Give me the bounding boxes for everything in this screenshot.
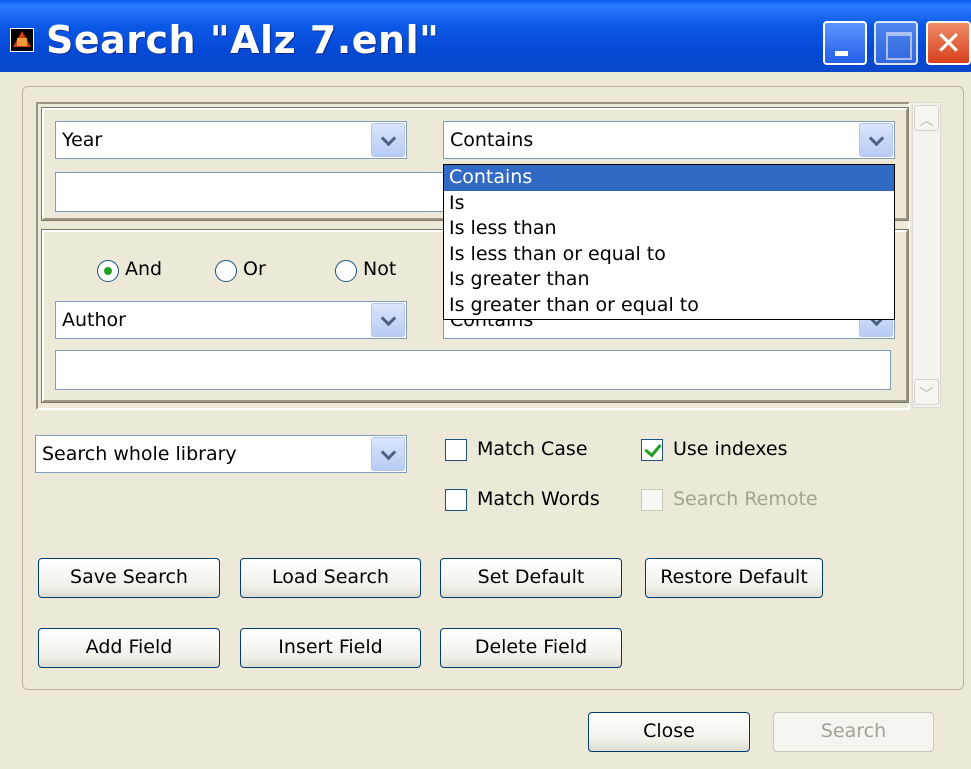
close-icon: ✕ xyxy=(935,24,962,62)
radio-and-label: And xyxy=(125,258,163,280)
search-remote-box xyxy=(641,489,663,511)
load-search-button[interactable]: Load Search xyxy=(240,558,421,598)
close-button[interactable]: Close xyxy=(588,712,750,752)
radio-or-label: Or xyxy=(243,258,266,280)
scroll-down-button[interactable]: ﹀ xyxy=(914,379,939,405)
field-select-1-value: Year xyxy=(62,129,103,151)
add-field-button[interactable]: Add Field xyxy=(38,628,220,668)
search-remote-label: Search Remote xyxy=(673,488,818,510)
search-term-input-1[interactable] xyxy=(55,172,445,212)
minimize-button[interactable] xyxy=(823,21,867,65)
match-case-box[interactable] xyxy=(445,439,467,461)
dropdown-option[interactable]: Contains xyxy=(444,165,894,191)
operator-select-1-value: Contains xyxy=(450,129,534,151)
window-title: Search "Alz 7.enl" xyxy=(46,18,440,62)
operator-select-1[interactable]: Contains xyxy=(443,121,895,159)
radio-not-indicator[interactable] xyxy=(335,260,357,282)
search-term-input-2[interactable] xyxy=(55,350,891,390)
radio-and-indicator[interactable] xyxy=(97,260,119,282)
operator-dropdown-list[interactable]: Contains Is Is less than Is less than or… xyxy=(443,164,895,320)
field-select-1[interactable]: Year xyxy=(55,121,407,159)
chevron-down-icon[interactable] xyxy=(371,437,405,471)
save-search-button[interactable]: Save Search xyxy=(38,558,220,598)
search-scope-select[interactable]: Search whole library xyxy=(35,435,407,473)
radio-or-indicator[interactable] xyxy=(215,260,237,282)
search-button: Search xyxy=(773,712,934,752)
search-term-input-2-field[interactable] xyxy=(56,351,890,389)
dropdown-option[interactable]: Is greater than xyxy=(444,267,894,293)
endnote-app-icon[interactable] xyxy=(10,28,34,52)
title-bar[interactable]: Search "Alz 7.enl" ✕ xyxy=(0,0,971,72)
chevron-up-icon: ︿ xyxy=(919,113,934,129)
match-case-label: Match Case xyxy=(477,438,588,460)
field-select-2[interactable]: Author xyxy=(55,301,407,339)
maximize-button[interactable] xyxy=(874,21,918,65)
delete-field-button[interactable]: Delete Field xyxy=(440,628,622,668)
scroll-up-button[interactable]: ︿ xyxy=(914,105,939,131)
match-words-label: Match Words xyxy=(477,488,600,510)
dropdown-option[interactable]: Is greater than or equal to xyxy=(444,293,894,319)
set-default-button[interactable]: Set Default xyxy=(440,558,622,598)
restore-default-button[interactable]: Restore Default xyxy=(645,558,823,598)
match-words-box[interactable] xyxy=(445,489,467,511)
criteria-scrollbar[interactable]: ︿ ﹀ xyxy=(912,102,941,408)
chevron-down-icon: ﹀ xyxy=(919,387,934,403)
chevron-down-icon[interactable] xyxy=(371,303,405,337)
chevron-down-icon[interactable] xyxy=(371,123,405,157)
dropdown-option[interactable]: Is less than or equal to xyxy=(444,242,894,268)
dropdown-option[interactable]: Is less than xyxy=(444,216,894,242)
search-scope-value: Search whole library xyxy=(42,443,237,465)
use-indexes-label: Use indexes xyxy=(673,438,788,460)
chevron-down-icon[interactable] xyxy=(859,123,893,157)
close-window-button[interactable]: ✕ xyxy=(926,21,971,65)
dropdown-option[interactable]: Is xyxy=(444,191,894,217)
search-term-input-1-field[interactable] xyxy=(56,173,444,211)
insert-field-button[interactable]: Insert Field xyxy=(240,628,421,668)
use-indexes-box[interactable] xyxy=(641,439,663,461)
radio-not-label: Not xyxy=(363,258,397,280)
field-select-2-value: Author xyxy=(62,309,126,331)
